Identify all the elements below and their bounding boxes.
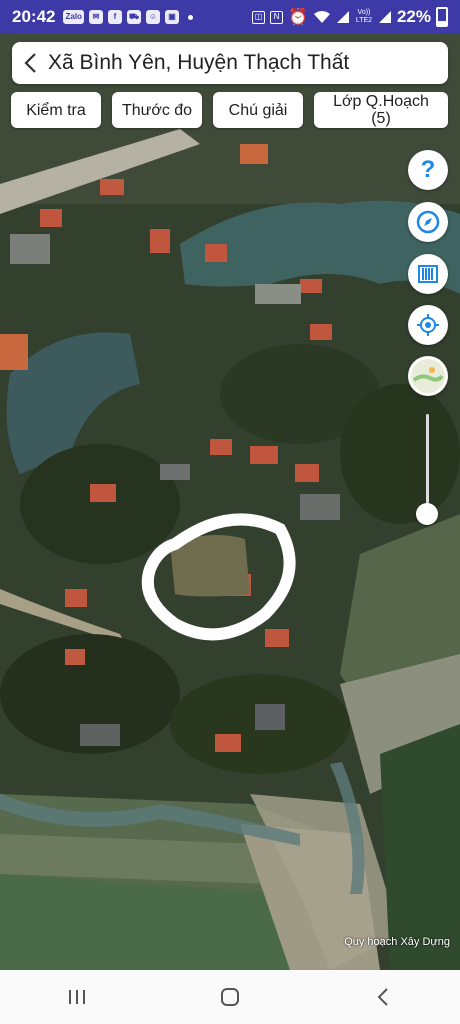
- taxi-icon: ⛟: [126, 10, 142, 24]
- wifi-icon: [313, 11, 330, 23]
- planning-layer-button[interactable]: Lớp Q.Hoạch (5): [314, 92, 448, 128]
- user-icon: ☺: [146, 10, 161, 24]
- my-location-icon: [417, 314, 439, 336]
- status-bar: 20:42 Zalo ✉ f ⛟ ☺ ▣ ◫ N ⏰ Vo)) LTE2 22%: [0, 0, 460, 34]
- recent-apps-button[interactable]: [37, 977, 117, 1017]
- page-title: Xã Bình Yên, Huyện Thạch Thất: [48, 51, 350, 74]
- check-button[interactable]: Kiểm tra: [11, 92, 101, 128]
- location-header: Xã Bình Yên, Huyện Thạch Thất: [12, 42, 448, 84]
- notification-icons: Zalo ✉ f ⛟ ☺ ▣: [63, 10, 194, 24]
- map-toolbar: Kiểm tra Thước đo Chú giải Lớp Q.Hoạch (…: [0, 92, 460, 130]
- facebook-icon: f: [107, 10, 122, 24]
- messenger-icon: ✉: [88, 10, 103, 24]
- battery-icon: [436, 7, 448, 27]
- zoom-slider-track[interactable]: [426, 414, 429, 514]
- compass-icon: [416, 210, 440, 234]
- map-attribution: Quy hoạch Xây Dựng: [344, 936, 450, 948]
- recent-apps-icon: [68, 990, 85, 1004]
- system-icons: ◫ N ⏰ Vo)) LTE2 22%: [252, 7, 448, 27]
- home-button[interactable]: [190, 977, 270, 1017]
- measure-button[interactable]: Thước đo: [112, 92, 202, 128]
- home-icon: [220, 988, 239, 1006]
- barcode-layers-icon: [418, 265, 438, 283]
- help-button[interactable]: ?: [408, 150, 448, 190]
- map-type-button[interactable]: [408, 356, 448, 396]
- volte-label: Vo)) LTE2: [355, 9, 373, 24]
- battery-percent: 22%: [396, 7, 431, 26]
- signal-2-icon: [378, 11, 391, 23]
- back-nav-button[interactable]: [343, 977, 423, 1017]
- my-location-button[interactable]: [408, 305, 448, 345]
- navigation-bar: [0, 970, 460, 1024]
- help-icon: ?: [420, 156, 436, 183]
- satellite-imagery: [0, 34, 460, 970]
- satellite-map[interactable]: [0, 34, 460, 970]
- nfc-icon: ◫: [252, 10, 266, 24]
- zalo-icon: Zalo: [63, 10, 84, 24]
- more-notifications-dot: [188, 14, 194, 20]
- legend-button[interactable]: Chú giải: [213, 92, 303, 128]
- nfc-n-icon: N: [270, 10, 284, 24]
- back-nav-icon: [377, 988, 389, 1006]
- status-time: 20:42: [12, 7, 56, 26]
- alarm-icon: ⏰: [288, 9, 308, 26]
- chevron-left-icon[interactable]: [12, 42, 48, 84]
- layers-button[interactable]: [408, 254, 448, 294]
- gallery-icon: ▣: [165, 10, 180, 24]
- map-thumbnail-icon: [411, 359, 445, 393]
- zoom-slider-thumb[interactable]: [416, 503, 438, 525]
- signal-icon: [336, 11, 349, 23]
- compass-button[interactable]: [408, 202, 448, 242]
